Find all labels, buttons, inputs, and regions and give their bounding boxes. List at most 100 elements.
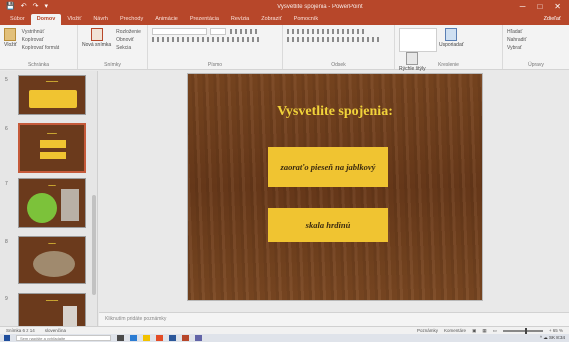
paste-label: Vložiť xyxy=(4,42,17,48)
cut-button[interactable]: Vystrihnúť xyxy=(22,28,59,36)
slides-group: Nová snímka Rozloženie Obnoviť Sekcia Sn… xyxy=(78,25,148,69)
tab-design[interactable]: Návrh xyxy=(87,14,114,25)
copy-button[interactable]: Kopírovať xyxy=(22,36,59,44)
redo-icon[interactable]: ↷ xyxy=(33,0,39,13)
tab-animations[interactable]: Animácie xyxy=(149,14,184,25)
zoom-level[interactable]: + 65 % xyxy=(549,328,563,333)
clipboard-group-label: Schránka xyxy=(27,62,50,68)
shapes-gallery[interactable] xyxy=(399,28,437,52)
drawing-group: Usporiadať Rýchle štýly Kreslenie xyxy=(395,25,503,72)
reset-button[interactable]: Obnoviť xyxy=(116,36,141,44)
current-slide[interactable]: Vysvetlite spojenia: zaoraťo pieseň na j… xyxy=(188,74,482,300)
format-painter-button[interactable]: Kopírovať formát xyxy=(22,44,59,52)
paragraph-group-label: Odsek xyxy=(331,62,346,68)
font-name-select[interactable] xyxy=(152,28,207,36)
slide-thumbnail-7[interactable]: ━━━ xyxy=(18,178,86,228)
editing-group-label: Úpravy xyxy=(528,62,544,68)
save-icon[interactable]: 💾 xyxy=(6,0,15,13)
thumbnail-title-line: ━━━ xyxy=(48,241,56,246)
photo-image xyxy=(61,189,79,221)
clipboard-group: Vložiť Vystrihnúť Kopírovať Kopírovať fo… xyxy=(0,25,78,69)
font-group: Písmo xyxy=(148,25,283,69)
status-bar: Snímka 6 z 14 slovenčina Poznámky Koment… xyxy=(0,326,569,334)
reading-view-icon[interactable]: ▭ xyxy=(493,328,497,334)
select-button[interactable]: Vybrať xyxy=(507,44,565,52)
new-slide-button[interactable]: Nová snímka xyxy=(82,28,111,48)
section-button[interactable]: Sekcia xyxy=(116,44,141,52)
chrome-icon[interactable] xyxy=(156,335,163,341)
replace-button[interactable]: Nahradiť xyxy=(507,36,565,44)
font-size-select[interactable] xyxy=(210,28,227,36)
thumbnail-shape xyxy=(29,90,77,108)
thumbnail-number: 6 xyxy=(5,126,8,132)
file-explorer-icon[interactable] xyxy=(143,335,150,341)
minimize-icon[interactable]: ─ xyxy=(520,2,526,11)
title-bar: 💾 ↶ ↷ ▾ Vysvetlite spojenia - PowerPoint… xyxy=(0,0,569,13)
tab-home[interactable]: Domov xyxy=(30,14,62,25)
arrange-button[interactable]: Usporiadať xyxy=(439,28,464,48)
font-format-buttons[interactable] xyxy=(152,37,262,43)
close-icon[interactable]: ✕ xyxy=(554,2,561,11)
window-controls: ─ □ ✕ xyxy=(520,2,569,11)
thumbnail-title-line: ━━━━━ xyxy=(45,79,59,84)
thumbnail-shape xyxy=(33,251,75,277)
thumbnail-title-line: ━━━━ xyxy=(47,131,57,136)
paste-button[interactable]: Vložiť xyxy=(4,28,17,48)
font-size-buttons[interactable] xyxy=(229,29,260,35)
slide-thumbnail-pane: 5 ━━━━━ 6 ━━━━ 7 ━━━ 8 ━━━ 9 ━━━━━ xyxy=(0,71,98,326)
thumbnail-number: 5 xyxy=(5,77,8,83)
slide-thumbnail-8[interactable]: ━━━ xyxy=(18,236,86,284)
new-slide-icon xyxy=(90,28,103,41)
customize-qat-icon[interactable]: ▾ xyxy=(44,0,48,13)
share-button[interactable]: Zdieľať xyxy=(544,14,569,25)
word-icon[interactable] xyxy=(169,335,176,341)
slide-canvas: Vysvetlite spojenia: zaoraťo pieseň na j… xyxy=(99,71,569,312)
alignment-buttons[interactable] xyxy=(287,37,382,43)
layout-button[interactable]: Rozloženie xyxy=(116,28,141,36)
tab-review[interactable]: Revízia xyxy=(225,14,255,25)
undo-icon[interactable]: ↶ xyxy=(21,0,27,13)
phrase-box-2[interactable]: skala hrdinú xyxy=(268,208,388,242)
phrase-box-1[interactable]: zaoraťo pieseň na jablkový xyxy=(268,147,388,187)
slide-thumbnail-6[interactable]: ━━━━ xyxy=(18,123,86,173)
comments-toggle-button[interactable]: Komentáre xyxy=(444,328,466,333)
system-tray[interactable]: ^ ☁ SK 8:34 xyxy=(540,335,565,341)
list-buttons[interactable] xyxy=(287,29,367,35)
window-title: Vysvetlite spojenia - PowerPoint xyxy=(277,3,363,10)
quick-access-toolbar: 💾 ↶ ↷ ▾ xyxy=(0,0,120,13)
thumbnail-number: 9 xyxy=(5,296,8,302)
tab-transitions[interactable]: Prechody xyxy=(114,14,149,25)
thumbnail-title-line: ━━━ xyxy=(48,183,56,188)
slide-thumbnail-5[interactable]: ━━━━━ xyxy=(18,75,86,115)
paste-icon xyxy=(4,28,17,41)
taskbar-search-input[interactable]: Sem napíšte a vyhľadajte xyxy=(16,335,111,341)
powerpoint-icon[interactable] xyxy=(182,335,189,341)
slide-title[interactable]: Vysvetlite spojenia: xyxy=(188,104,482,120)
thumbnail-scrollbar[interactable] xyxy=(92,195,96,295)
normal-view-icon[interactable]: ▣ xyxy=(472,328,476,334)
font-group-label: Písmo xyxy=(207,62,223,68)
language-indicator[interactable]: slovenčina xyxy=(45,328,66,333)
slide-sorter-icon[interactable]: ▦ xyxy=(482,328,486,334)
tab-help[interactable]: Pomocník xyxy=(288,14,324,25)
thumbnail-title-line: ━━━━━ xyxy=(45,298,59,303)
edge-icon[interactable] xyxy=(130,335,137,341)
apple-image xyxy=(27,193,57,223)
arrange-icon xyxy=(445,28,458,41)
tab-view[interactable]: Zobraziť xyxy=(255,14,287,25)
slide-counter: Snímka 6 z 14 xyxy=(6,328,35,333)
tab-insert[interactable]: Vložiť xyxy=(61,14,87,25)
notes-toggle-button[interactable]: Poznámky xyxy=(417,328,438,333)
teams-icon[interactable] xyxy=(195,335,202,341)
new-slide-label: Nová snímka xyxy=(82,42,112,48)
find-button[interactable]: Hľadať xyxy=(507,28,565,36)
slides-group-label: Snímky xyxy=(104,62,121,68)
tab-file[interactable]: Súbor xyxy=(4,14,31,25)
zoom-slider[interactable] xyxy=(502,327,543,334)
maximize-icon[interactable]: □ xyxy=(537,2,542,11)
task-view-icon[interactable] xyxy=(117,335,124,341)
notes-pane[interactable]: Kliknutím pridáte poznámky xyxy=(99,312,569,326)
tab-slideshow[interactable]: Prezentácia xyxy=(184,14,225,25)
start-icon[interactable] xyxy=(4,335,10,341)
slide-thumbnail-9[interactable]: ━━━━━ xyxy=(18,293,86,326)
